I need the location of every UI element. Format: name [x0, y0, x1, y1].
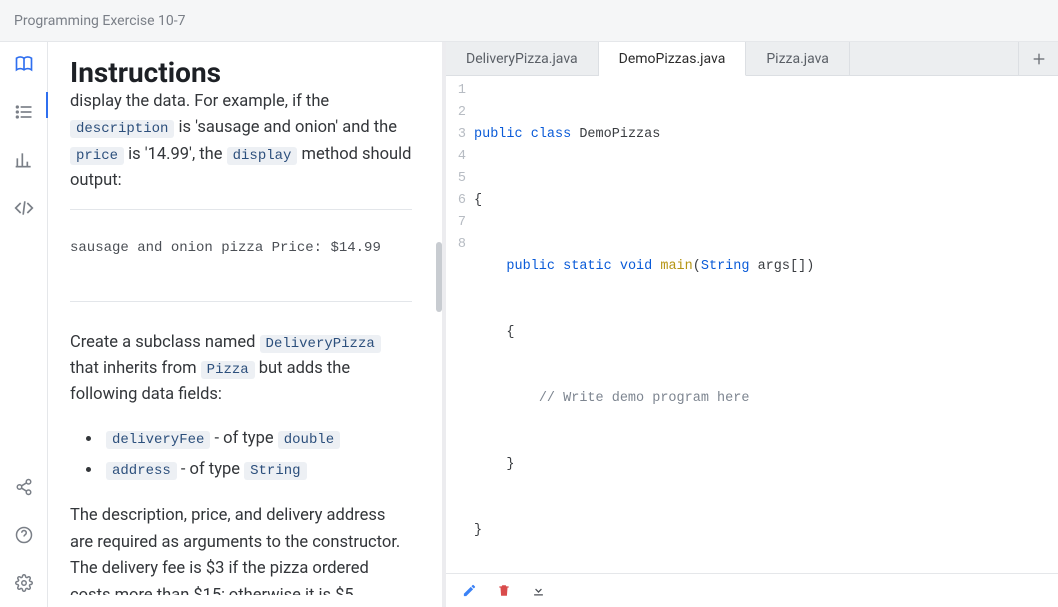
instructions-panel: Instructions display the data. For examp… [48, 42, 446, 607]
line-gutter: 12345678 [446, 80, 474, 573]
code-editor[interactable]: 12345678 public class DemoPizzas { publi… [446, 76, 1058, 573]
page-title: Programming Exercise 10-7 [14, 13, 186, 29]
book-icon[interactable] [12, 52, 36, 76]
instruction-paragraph: Create a subclass named DeliveryPizza th… [70, 330, 412, 409]
add-tab-button[interactable] [1018, 42, 1058, 75]
topbar: Programming Exercise 10-7 [0, 0, 1058, 42]
tab-demopizzas[interactable]: DemoPizzas.java [599, 42, 747, 76]
chart-icon[interactable] [12, 148, 36, 172]
code-chip-pizza: Pizza [201, 361, 255, 379]
instructions-scroll[interactable]: display the data. For example, if the de… [70, 89, 418, 595]
code-output-block: sausage and onion pizza Price: $14.99 [70, 209, 412, 302]
list-item: address - of type String [102, 454, 412, 485]
edit-icon[interactable] [462, 583, 477, 598]
gear-icon[interactable] [12, 571, 36, 595]
tab-pizza[interactable]: Pizza.java [746, 42, 850, 75]
left-rail [0, 42, 48, 607]
editor-panel: DeliveryPizza.java DemoPizzas.java Pizza… [446, 42, 1058, 607]
code-chip-deliverypizza: DeliveryPizza [260, 335, 381, 353]
share-icon[interactable] [12, 475, 36, 499]
code-chip-price: price [70, 147, 124, 165]
instruction-paragraph: The description, price, and delivery add… [70, 503, 412, 595]
download-icon[interactable] [531, 583, 546, 598]
code-chip-description: description [70, 120, 174, 138]
list-icon[interactable] [12, 100, 36, 124]
code-icon[interactable] [12, 196, 36, 220]
instructions-heading: Instructions [70, 56, 418, 89]
code-chip-display: display [227, 147, 298, 165]
editor-bottombar [446, 573, 1058, 607]
instruction-paragraph: display the data. For example, if the de… [70, 89, 412, 195]
editor-tabs: DeliveryPizza.java DemoPizzas.java Pizza… [446, 42, 1058, 76]
field-list: deliveryFee - of type double address - o… [70, 423, 412, 486]
scrollbar-thumb[interactable] [436, 242, 442, 312]
code-content[interactable]: public class DemoPizzas { public static … [474, 80, 1058, 573]
list-item: deliveryFee - of type double [102, 423, 412, 454]
trash-icon[interactable] [497, 583, 511, 598]
tab-deliverypizza[interactable]: DeliveryPizza.java [446, 42, 599, 75]
help-icon[interactable] [12, 523, 36, 547]
